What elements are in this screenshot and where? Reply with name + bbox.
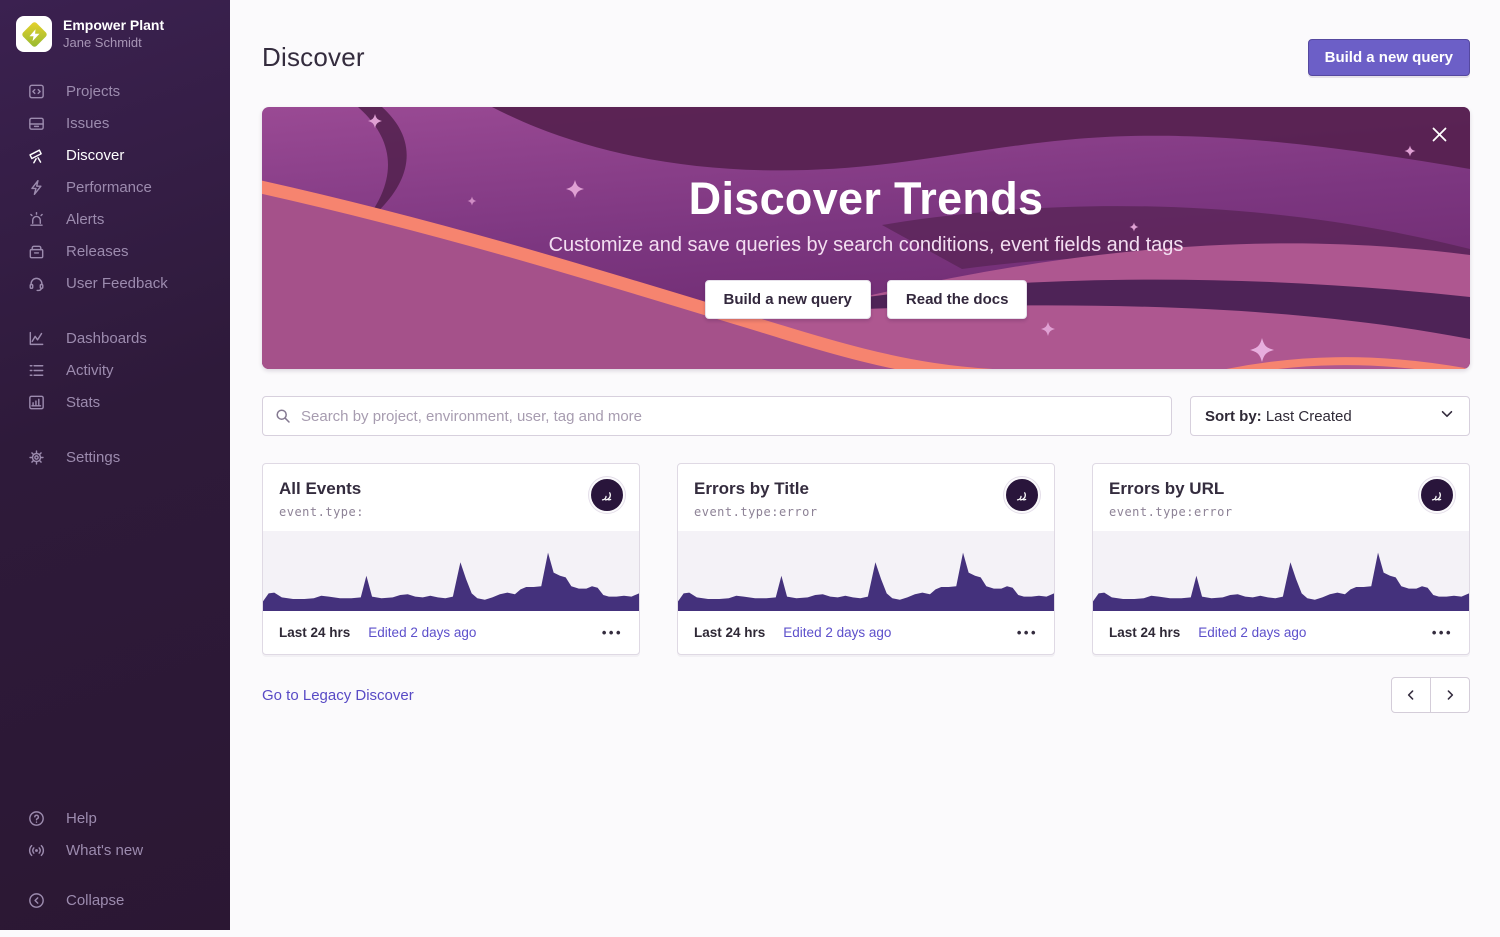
sidebar-item-performance[interactable]: Performance bbox=[0, 171, 230, 203]
sidebar-item-releases[interactable]: Releases bbox=[0, 235, 230, 267]
pagination bbox=[1391, 677, 1470, 713]
sidebar: Empower Plant Jane Schmidt Projects Issu… bbox=[0, 0, 230, 930]
siren-icon bbox=[27, 210, 46, 229]
page-title: Discover bbox=[262, 42, 365, 73]
card-time-range: Last 24 hrs bbox=[694, 625, 765, 640]
sidebar-item-label: Settings bbox=[66, 449, 120, 466]
banner-title: Discover Trends bbox=[689, 173, 1044, 225]
sentry-avatar-icon bbox=[589, 477, 625, 513]
sidebar-item-label: Alerts bbox=[66, 211, 104, 228]
sidebar-item-user-feedback[interactable]: User Feedback bbox=[0, 267, 230, 299]
banner-build-query-button[interactable]: Build a new query bbox=[705, 280, 871, 319]
card-query: event.type:error bbox=[694, 505, 1038, 519]
list-icon bbox=[27, 361, 46, 380]
sidebar-item-dashboards[interactable]: Dashboards bbox=[0, 322, 230, 354]
projects-icon bbox=[27, 82, 46, 101]
chevron-down-icon bbox=[1439, 406, 1455, 426]
org-logo-diamond-icon bbox=[21, 21, 48, 48]
org-name: Empower Plant bbox=[63, 17, 164, 35]
sidebar-item-label: Activity bbox=[66, 362, 114, 379]
sidebar-item-label: Performance bbox=[66, 179, 152, 196]
query-card-errors-by-url[interactable]: Errors by URL event.type:error Last 24 h… bbox=[1092, 463, 1470, 655]
banner-subtitle: Customize and save queries by search con… bbox=[549, 234, 1184, 257]
card-time-range: Last 24 hrs bbox=[1109, 625, 1180, 640]
sidebar-item-projects[interactable]: Projects bbox=[0, 75, 230, 107]
broadcast-icon bbox=[27, 841, 46, 860]
sort-dropdown[interactable]: Sort by: Last Created bbox=[1190, 396, 1470, 436]
sidebar-item-label: Dashboards bbox=[66, 330, 147, 347]
bar-chart-icon bbox=[27, 393, 46, 412]
headset-icon bbox=[27, 274, 46, 293]
sidebar-item-label: Projects bbox=[66, 83, 120, 100]
card-context-menu-icon[interactable]: ••• bbox=[602, 626, 623, 639]
line-chart-icon bbox=[27, 329, 46, 348]
card-sparkline-chart bbox=[1093, 531, 1469, 611]
gear-icon bbox=[27, 448, 46, 467]
card-edited-link[interactable]: Edited 2 days ago bbox=[783, 625, 891, 640]
sidebar-item-help[interactable]: Help bbox=[0, 802, 230, 834]
sidebar-item-settings[interactable]: Settings bbox=[0, 441, 230, 473]
legacy-discover-link[interactable]: Go to Legacy Discover bbox=[262, 687, 414, 704]
main-content: Discover Build a new query bbox=[230, 0, 1500, 937]
sort-value: Last Created bbox=[1266, 408, 1352, 425]
sidebar-help-group: Help What's new bbox=[0, 802, 230, 866]
chevron-left-icon bbox=[1404, 688, 1418, 702]
sidebar-collapse-button[interactable]: Collapse bbox=[0, 884, 230, 916]
query-card-all-events[interactable]: All Events event.type: Last 24 hrs Edite… bbox=[262, 463, 640, 655]
card-sparkline-chart bbox=[263, 531, 639, 611]
card-title: Errors by Title bbox=[694, 479, 1038, 499]
help-circle-icon bbox=[27, 809, 46, 828]
card-time-range: Last 24 hrs bbox=[279, 625, 350, 640]
sidebar-item-discover[interactable]: Discover bbox=[0, 139, 230, 171]
saved-query-card-list: All Events event.type: Last 24 hrs Edite… bbox=[262, 463, 1470, 655]
org-logo bbox=[16, 16, 52, 52]
sidebar-item-label: Collapse bbox=[66, 892, 124, 909]
sidebar-item-issues[interactable]: Issues bbox=[0, 107, 230, 139]
build-new-query-button[interactable]: Build a new query bbox=[1308, 39, 1470, 76]
card-context-menu-icon[interactable]: ••• bbox=[1017, 626, 1038, 639]
sidebar-collapse-group: Collapse bbox=[0, 884, 230, 916]
sentry-avatar-icon bbox=[1004, 477, 1040, 513]
sidebar-item-whats-new[interactable]: What's new bbox=[0, 834, 230, 866]
chevron-right-icon bbox=[1443, 688, 1457, 702]
issues-icon bbox=[27, 114, 46, 133]
card-query: event.type: bbox=[279, 505, 623, 519]
sidebar-item-label: Help bbox=[66, 810, 97, 827]
sidebar-item-activity[interactable]: Activity bbox=[0, 354, 230, 386]
sidebar-secondary-group: Dashboards Activity Stats bbox=[0, 322, 230, 418]
pagination-prev-button[interactable] bbox=[1391, 677, 1431, 713]
card-title: Errors by URL bbox=[1109, 479, 1453, 499]
card-sparkline-chart bbox=[678, 531, 1054, 611]
sort-label: Sort by: bbox=[1205, 408, 1262, 425]
sidebar-item-label: Releases bbox=[66, 243, 129, 260]
search-input[interactable] bbox=[262, 396, 1172, 436]
sidebar-item-stats[interactable]: Stats bbox=[0, 386, 230, 418]
card-context-menu-icon[interactable]: ••• bbox=[1432, 626, 1453, 639]
sidebar-item-alerts[interactable]: Alerts bbox=[0, 203, 230, 235]
telescope-icon bbox=[27, 146, 46, 165]
sidebar-item-label: Issues bbox=[66, 115, 109, 132]
lightning-icon bbox=[27, 178, 46, 197]
discover-trends-banner: Discover Trends Customize and save queri… bbox=[262, 107, 1470, 369]
card-title: All Events bbox=[279, 479, 623, 499]
sidebar-item-label: Stats bbox=[66, 394, 100, 411]
sidebar-item-label: Discover bbox=[66, 147, 124, 164]
banner-read-docs-button[interactable]: Read the docs bbox=[887, 280, 1028, 319]
search-icon bbox=[275, 408, 291, 429]
sidebar-primary-group: Projects Issues Discover Performance Ale… bbox=[0, 75, 230, 299]
card-query: event.type:error bbox=[1109, 505, 1453, 519]
sidebar-item-label: What's new bbox=[66, 842, 143, 859]
org-switcher[interactable]: Empower Plant Jane Schmidt bbox=[0, 12, 230, 52]
collapse-circle-icon bbox=[27, 891, 46, 910]
sidebar-item-label: User Feedback bbox=[66, 275, 168, 292]
archive-box-icon bbox=[27, 242, 46, 261]
pagination-next-button[interactable] bbox=[1430, 677, 1470, 713]
card-edited-link[interactable]: Edited 2 days ago bbox=[368, 625, 476, 640]
user-name: Jane Schmidt bbox=[63, 35, 164, 51]
card-edited-link[interactable]: Edited 2 days ago bbox=[1198, 625, 1306, 640]
sentry-avatar-icon bbox=[1419, 477, 1455, 513]
query-card-errors-by-title[interactable]: Errors by Title event.type:error Last 24… bbox=[677, 463, 1055, 655]
sidebar-settings-group: Settings bbox=[0, 441, 230, 473]
